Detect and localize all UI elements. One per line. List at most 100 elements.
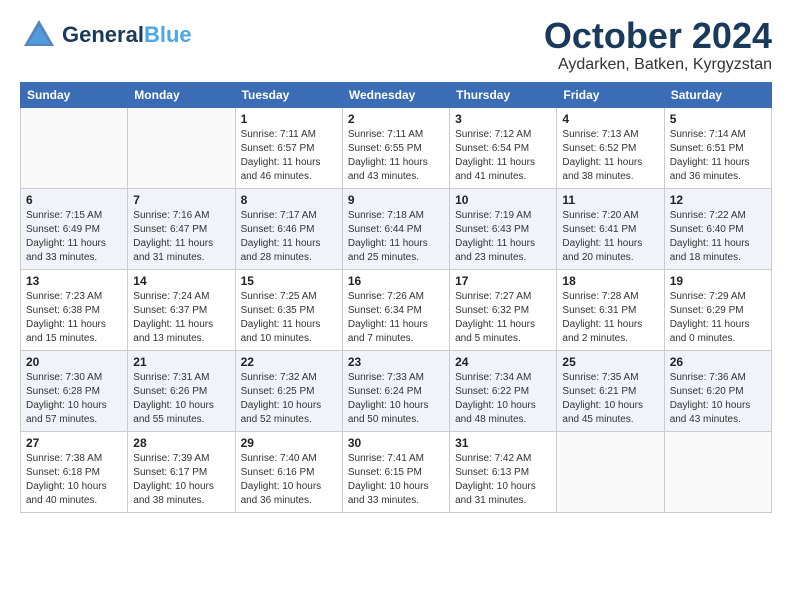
day-number: 21 [133,355,229,369]
day-cell: 25 Sunrise: 7:35 AMSunset: 6:21 PMDayligh… [557,350,664,431]
header-cell-tuesday: Tuesday [235,82,342,107]
day-number: 27 [26,436,122,450]
day-detail: Sunrise: 7:11 AMSunset: 6:57 PMDaylight:… [241,129,321,182]
header-cell-saturday: Saturday [664,82,771,107]
day-detail: Sunrise: 7:30 AMSunset: 6:28 PMDaylight:… [26,372,107,425]
logo: GeneralBlue [20,16,192,54]
day-cell: 22 Sunrise: 7:32 AMSunset: 6:25 PMDayligh… [235,350,342,431]
day-detail: Sunrise: 7:42 AMSunset: 6:13 PMDaylight:… [455,453,536,506]
day-number: 19 [670,274,766,288]
title-area: October 2024 Aydarken, Batken, Kyrgyzsta… [544,16,772,74]
day-cell: 28 Sunrise: 7:39 AMSunset: 6:17 PMDayligh… [128,431,235,512]
day-number: 11 [562,193,658,207]
day-cell: 8Sunrise: 7:17 AMSunset: 6:46 PMDaylight… [235,188,342,269]
day-number: 8 [241,193,337,207]
header-area: GeneralBlue October 2024 Aydarken, Batke… [20,16,772,74]
day-cell: 27 Sunrise: 7:38 AMSunset: 6:18 PMDayligh… [21,431,128,512]
day-detail: Sunrise: 7:25 AMSunset: 6:35 PMDaylight:… [241,291,321,344]
day-detail: Sunrise: 7:41 AMSunset: 6:15 PMDaylight:… [348,453,429,506]
day-detail: Sunrise: 7:18 AMSunset: 6:44 PMDaylight:… [348,210,428,263]
day-detail: Sunrise: 7:39 AMSunset: 6:17 PMDaylight:… [133,453,214,506]
day-number: 26 [670,355,766,369]
day-number: 13 [26,274,122,288]
day-cell: 16 Sunrise: 7:26 AMSunset: 6:34 PMDayligh… [342,269,449,350]
week-row-5: 27 Sunrise: 7:38 AMSunset: 6:18 PMDayligh… [21,431,772,512]
calendar-table: SundayMondayTuesdayWednesdayThursdayFrid… [20,82,772,513]
day-detail: Sunrise: 7:31 AMSunset: 6:26 PMDaylight:… [133,372,214,425]
day-detail: Sunrise: 7:32 AMSunset: 6:25 PMDaylight:… [241,372,322,425]
day-cell: 14 Sunrise: 7:24 AMSunset: 6:37 PMDayligh… [128,269,235,350]
day-detail: Sunrise: 7:33 AMSunset: 6:24 PMDaylight:… [348,372,429,425]
day-cell: 11Sunrise: 7:20 AMSunset: 6:41 PMDayligh… [557,188,664,269]
day-detail: Sunrise: 7:36 AMSunset: 6:20 PMDaylight:… [670,372,751,425]
day-cell: 19 Sunrise: 7:29 AMSunset: 6:29 PMDayligh… [664,269,771,350]
day-number: 2 [348,112,444,126]
day-number: 22 [241,355,337,369]
day-cell: 9Sunrise: 7:18 AMSunset: 6:44 PMDaylight… [342,188,449,269]
day-number: 18 [562,274,658,288]
day-cell: 7Sunrise: 7:16 AMSunset: 6:47 PMDaylight… [128,188,235,269]
day-number: 15 [241,274,337,288]
day-detail: Sunrise: 7:14 AMSunset: 6:51 PMDaylight:… [670,129,750,182]
day-cell [557,431,664,512]
header-cell-friday: Friday [557,82,664,107]
week-row-2: 6 Sunrise: 7:15 AMSunset: 6:49 PMDaylight… [21,188,772,269]
day-detail: Sunrise: 7:34 AMSunset: 6:22 PMDaylight:… [455,372,536,425]
header-cell-wednesday: Wednesday [342,82,449,107]
day-cell: 3Sunrise: 7:12 AMSunset: 6:54 PMDaylight… [450,107,557,188]
day-number: 25 [562,355,658,369]
day-detail: Sunrise: 7:26 AMSunset: 6:34 PMDaylight:… [348,291,428,344]
header-row: SundayMondayTuesdayWednesdayThursdayFrid… [21,82,772,107]
day-cell [128,107,235,188]
logo-text: GeneralBlue [62,23,192,47]
day-number: 17 [455,274,551,288]
day-cell: 5 Sunrise: 7:14 AMSunset: 6:51 PMDaylight… [664,107,771,188]
day-cell: 15 Sunrise: 7:25 AMSunset: 6:35 PMDayligh… [235,269,342,350]
day-detail: Sunrise: 7:12 AMSunset: 6:54 PMDaylight:… [455,129,535,182]
day-detail: Sunrise: 7:15 AMSunset: 6:49 PMDaylight:… [26,210,106,263]
day-cell: 13Sunrise: 7:23 AMSunset: 6:38 PMDayligh… [21,269,128,350]
day-detail: Sunrise: 7:24 AMSunset: 6:37 PMDaylight:… [133,291,213,344]
day-cell: 31 Sunrise: 7:42 AMSunset: 6:13 PMDayligh… [450,431,557,512]
logo-icon [20,16,58,54]
header-cell-thursday: Thursday [450,82,557,107]
day-cell: 26 Sunrise: 7:36 AMSunset: 6:20 PMDayligh… [664,350,771,431]
day-cell: 20 Sunrise: 7:30 AMSunset: 6:28 PMDayligh… [21,350,128,431]
day-detail: Sunrise: 7:11 AMSunset: 6:55 PMDaylight:… [348,129,428,182]
month-title: October 2024 [544,16,772,56]
week-row-1: 1 Sunrise: 7:11 AMSunset: 6:57 PMDaylight… [21,107,772,188]
day-cell: 23 Sunrise: 7:33 AMSunset: 6:24 PMDayligh… [342,350,449,431]
day-cell: 6 Sunrise: 7:15 AMSunset: 6:49 PMDaylight… [21,188,128,269]
day-cell: 18Sunrise: 7:28 AMSunset: 6:31 PMDayligh… [557,269,664,350]
day-number: 5 [670,112,766,126]
week-row-4: 20 Sunrise: 7:30 AMSunset: 6:28 PMDayligh… [21,350,772,431]
day-number: 28 [133,436,229,450]
day-detail: Sunrise: 7:27 AMSunset: 6:32 PMDaylight:… [455,291,535,344]
day-detail: Sunrise: 7:29 AMSunset: 6:29 PMDaylight:… [670,291,750,344]
day-detail: Sunrise: 7:38 AMSunset: 6:18 PMDaylight:… [26,453,107,506]
day-number: 10 [455,193,551,207]
day-number: 31 [455,436,551,450]
day-number: 14 [133,274,229,288]
day-number: 20 [26,355,122,369]
day-number: 29 [241,436,337,450]
day-detail: Sunrise: 7:13 AMSunset: 6:52 PMDaylight:… [562,129,642,182]
day-detail: Sunrise: 7:19 AMSunset: 6:43 PMDaylight:… [455,210,535,263]
day-number: 1 [241,112,337,126]
day-cell: 21 Sunrise: 7:31 AMSunset: 6:26 PMDayligh… [128,350,235,431]
day-cell: 10 Sunrise: 7:19 AMSunset: 6:43 PMDayligh… [450,188,557,269]
day-cell: 1 Sunrise: 7:11 AMSunset: 6:57 PMDaylight… [235,107,342,188]
day-number: 23 [348,355,444,369]
location-title: Aydarken, Batken, Kyrgyzstan [544,56,772,74]
day-number: 16 [348,274,444,288]
day-cell: 29 Sunrise: 7:40 AMSunset: 6:16 PMDayligh… [235,431,342,512]
day-detail: Sunrise: 7:35 AMSunset: 6:21 PMDaylight:… [562,372,643,425]
header-cell-monday: Monday [128,82,235,107]
day-cell: 12Sunrise: 7:22 AMSunset: 6:40 PMDayligh… [664,188,771,269]
page: GeneralBlue October 2024 Aydarken, Batke… [0,0,792,523]
day-cell: 4 Sunrise: 7:13 AMSunset: 6:52 PMDaylight… [557,107,664,188]
day-detail: Sunrise: 7:40 AMSunset: 6:16 PMDaylight:… [241,453,322,506]
day-number: 6 [26,193,122,207]
day-cell: 17 Sunrise: 7:27 AMSunset: 6:32 PMDayligh… [450,269,557,350]
day-number: 4 [562,112,658,126]
